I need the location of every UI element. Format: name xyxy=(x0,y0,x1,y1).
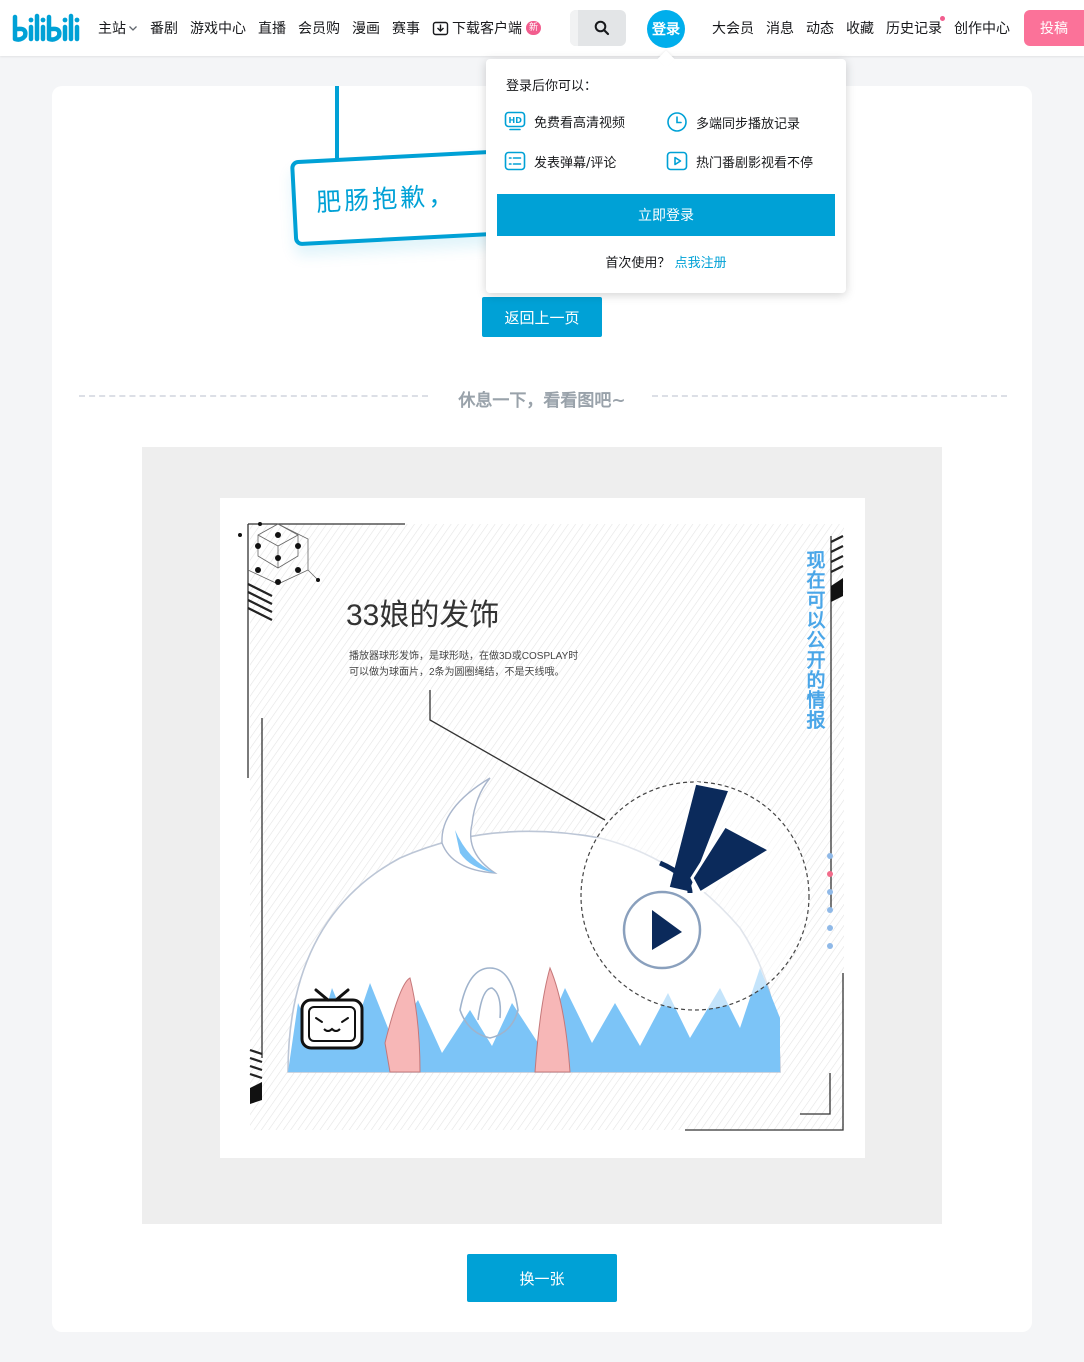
benefit-hd-label: 免费看高清视频 xyxy=(534,115,626,131)
bilibili-logo-icon[interactable] xyxy=(11,11,83,45)
benefit-hd: HD 免费看高清视频 xyxy=(504,111,625,131)
upload-button[interactable]: 投稿 xyxy=(1024,10,1084,46)
login-popup: 登录后你可以： HD 免费看高清视频 多端同步播放记录 发表弹幕/评论 热门番剧… xyxy=(486,50,846,293)
divider-line-right xyxy=(652,395,1007,397)
search-icon xyxy=(594,20,610,36)
nav-messages[interactable]: 消息 xyxy=(766,18,794,38)
main-nav: 主站 番剧 游戏中心 直播 会员购 漫画 赛事 下载客户端 新 xyxy=(98,0,553,56)
apology-sign-text: 肥肠抱歉， xyxy=(315,180,457,218)
illustration-desc-line2: 可以做为球面片，2条为圆圈绳结，不是天线哦。 xyxy=(349,665,565,678)
new-badge: 新 xyxy=(526,21,542,35)
svg-text:HD: HD xyxy=(509,116,523,125)
download-icon xyxy=(432,21,449,35)
nav-main-site-label: 主站 xyxy=(98,21,126,37)
search-input[interactable] xyxy=(570,10,578,46)
nav-dynamics[interactable]: 动态 xyxy=(806,18,834,38)
illustration-svg: 33娘的发饰 播放器球形发饰，是球形哒，在做3D或COSPLAY时 可以做为球面… xyxy=(238,522,844,1131)
chevron-down-icon xyxy=(129,26,137,31)
nav-anime[interactable]: 番剧 xyxy=(150,18,178,38)
image-frame: 33娘的发饰 播放器球形发饰，是球形哒，在做3D或COSPLAY时 可以做为球面… xyxy=(142,447,942,1224)
benefit-sync-label: 多端同步播放记录 xyxy=(696,116,801,132)
nav-favorites[interactable]: 收藏 xyxy=(846,18,874,38)
divider-line-left xyxy=(79,395,428,397)
nav-esports[interactable]: 赛事 xyxy=(392,18,420,38)
popup-title: 登录后你可以： xyxy=(506,79,598,94)
change-image-button[interactable]: 换一张 xyxy=(467,1254,617,1302)
illustration-image: 33娘的发饰 播放器球形发饰，是球形哒，在做3D或COSPLAY时 可以做为球面… xyxy=(220,498,865,1158)
user-nav: 大会员 消息 动态 收藏 历史记录 创作中心 xyxy=(712,0,1022,56)
clock-icon xyxy=(667,112,687,132)
nav-history[interactable]: 历史记录 xyxy=(886,18,942,38)
illustration-desc-line1: 播放器球形发饰，是球形哒，在做3D或COSPLAY时 xyxy=(349,649,578,662)
benefit-comment: 发表弹幕/评论 xyxy=(504,151,616,171)
play-icon xyxy=(666,151,688,171)
nav-vip[interactable]: 大会员 xyxy=(712,18,754,38)
top-header: 主站 番剧 游戏中心 直播 会员购 漫画 赛事 下载客户端 新 登录 大会员 消… xyxy=(0,0,1084,56)
search-bar xyxy=(570,10,626,46)
benefit-comment-label: 发表弹幕/评论 xyxy=(534,155,617,171)
nav-game-center[interactable]: 游戏中心 xyxy=(190,18,246,38)
search-button[interactable] xyxy=(578,10,626,46)
nav-member-shop[interactable]: 会员购 xyxy=(298,18,340,38)
register-link[interactable]: 点我注册 xyxy=(675,256,727,271)
back-button[interactable]: 返回上一页 xyxy=(482,297,602,337)
tv-logo-icon xyxy=(300,988,364,1050)
login-avatar-button[interactable]: 登录 xyxy=(647,10,685,48)
popup-login-button[interactable]: 立即登录 xyxy=(497,194,835,236)
benefit-sync: 多端同步播放记录 xyxy=(666,111,800,133)
nav-manga[interactable]: 漫画 xyxy=(352,18,380,38)
benefit-anime: 热门番剧影视看不停 xyxy=(666,151,813,171)
illustration-vertical-text: 现在可以公开的情报 xyxy=(804,550,826,730)
hd-icon: HD xyxy=(504,111,526,131)
nav-creator-center[interactable]: 创作中心 xyxy=(954,18,1010,38)
nav-download-client[interactable]: 下载客户端 新 xyxy=(432,18,542,38)
history-notification-dot xyxy=(940,16,945,21)
benefit-anime-label: 热门番剧影视看不停 xyxy=(696,155,814,171)
nav-live[interactable]: 直播 xyxy=(258,18,286,38)
register-prompt: 首次使用？ 点我注册 xyxy=(486,252,846,271)
illustration-title: 33娘的发饰 xyxy=(346,599,499,632)
sign-pole xyxy=(335,86,339,166)
divider-text: 休息一下，看看图吧~ xyxy=(458,391,626,411)
nav-main-site[interactable]: 主站 xyxy=(98,18,138,38)
list-icon xyxy=(504,151,526,171)
register-prompt-text: 首次使用？ xyxy=(605,256,671,271)
download-client-label: 下载客户端 xyxy=(452,21,522,37)
